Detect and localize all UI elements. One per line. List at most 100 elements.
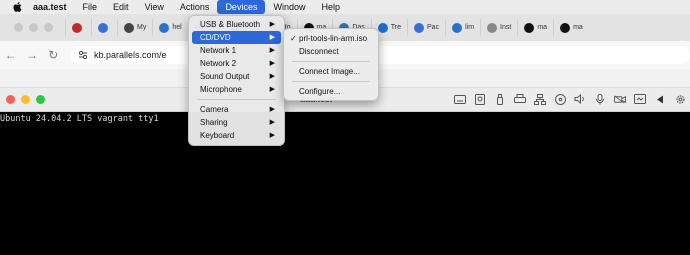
chevron-right-icon: ▶: [269, 86, 275, 93]
menubar-help[interactable]: Help: [313, 0, 348, 14]
vm-close-button[interactable]: [6, 95, 15, 104]
address-bar[interactable]: kb.parallels.com/e: [69, 46, 690, 64]
close-button[interactable]: [14, 23, 23, 32]
vm-window-controls: [6, 95, 45, 104]
usb-icon[interactable]: [494, 93, 506, 105]
browser-tab-label: ma: [573, 24, 583, 31]
menu-item-usb-bluetooth[interactable]: USB & Bluetooth ▶: [192, 18, 281, 31]
chevron-right-icon: ▶: [269, 47, 275, 54]
speaker-icon[interactable]: [574, 93, 586, 105]
vm-console-line: Ubuntu 24.04.2 LTS vagrant tty1: [0, 114, 159, 124]
vm-window: aaa.test Ubuntu 24.04.2 LTS vagrant tty1: [0, 88, 690, 255]
cd-dvd-submenu: ✓ prl-tools-lin-arm.iso Disconnect Connec…: [283, 28, 379, 101]
browser-tab[interactable]: My: [117, 19, 152, 36]
menu-item-label: Network 1: [200, 46, 237, 55]
menu-item-label: Keyboard: [200, 131, 235, 140]
reload-icon[interactable]: ↻: [43, 48, 64, 62]
vm-toolbar: [454, 93, 686, 105]
submenu-item-label: Configure...: [299, 87, 341, 96]
submenu-item-connect-image[interactable]: Connect Image...: [287, 65, 375, 78]
menu-item-network-1[interactable]: Network 1 ▶: [192, 44, 281, 57]
folder-sharing-icon[interactable]: [634, 93, 646, 105]
keyboard-icon[interactable]: [454, 93, 466, 105]
submenu-item-label: Connect Image...: [299, 67, 360, 76]
hard-disk-icon[interactable]: [474, 93, 486, 105]
browser-tab-label: hel: [172, 24, 182, 31]
network-icon[interactable]: [534, 93, 546, 105]
chevron-right-icon: ▶: [269, 132, 275, 139]
camera-off-icon[interactable]: [614, 93, 626, 105]
menu-item-microphone[interactable]: Microphone ▶: [192, 83, 281, 96]
menu-item-cd-dvd[interactable]: CD/DVD ▶: [192, 31, 281, 44]
vm-zoom-button[interactable]: [36, 95, 45, 104]
browser-tab[interactable]: ma: [517, 19, 553, 36]
browser-tab[interactable]: [91, 19, 117, 36]
menu-item-label: Camera: [200, 105, 229, 114]
menu-item-sound-output[interactable]: Sound Output ▶: [192, 70, 281, 83]
flag-icon: [72, 22, 82, 33]
chevron-right-icon: ▶: [269, 34, 275, 41]
browser-tab[interactable]: lim: [445, 19, 480, 36]
submenu-item-label: prl-tools-lin-arm.iso: [299, 34, 368, 43]
chevron-right-icon: ▶: [269, 106, 275, 113]
menu-separator: [197, 99, 276, 100]
menu-item-label: CD/DVD: [200, 33, 231, 42]
loading-icon: [487, 22, 498, 33]
browser-tab[interactable]: hel: [152, 19, 187, 36]
browser-tab-label: ma: [537, 24, 548, 31]
menu-item-keyboard[interactable]: Keyboard ▶: [192, 129, 281, 142]
globe-icon: [124, 22, 134, 33]
submenu-item-iso[interactable]: ✓ prl-tools-lin-arm.iso: [287, 32, 375, 45]
printer-icon[interactable]: [514, 93, 526, 105]
menubar-view[interactable]: View: [137, 0, 172, 14]
back-arrow-icon[interactable]: ←: [0, 48, 21, 62]
browser-tab[interactable]: ma: [553, 19, 589, 36]
minimize-button[interactable]: [29, 23, 38, 32]
apple-menu[interactable]: [9, 2, 25, 12]
chevron-right-icon: ▶: [269, 21, 275, 28]
browser-tab-label: lim: [465, 24, 475, 31]
zoom-button[interactable]: [44, 23, 53, 32]
menubar-edit[interactable]: Edit: [105, 0, 137, 14]
menu-separator: [292, 81, 370, 82]
menubar-actions[interactable]: Actions: [172, 0, 218, 14]
play-icon[interactable]: [654, 93, 666, 105]
trello-icon: [377, 22, 388, 33]
menubar-app-name[interactable]: aaa.test: [25, 0, 75, 14]
forward-arrow-icon[interactable]: →: [21, 48, 42, 62]
vm-minimize-button[interactable]: [21, 95, 30, 104]
menu-separator: [292, 61, 370, 62]
help-icon: [159, 22, 170, 33]
submenu-item-disconnect[interactable]: Disconnect: [287, 45, 375, 58]
menubar-file[interactable]: File: [75, 0, 106, 14]
menu-item-label: Sound Output: [200, 72, 250, 81]
url-text: kb.parallels.com/e: [93, 50, 167, 60]
help-icon: [452, 22, 463, 33]
browser-tab-label: Pac: [427, 24, 440, 31]
github-icon: [560, 22, 571, 33]
gear-icon[interactable]: [674, 93, 686, 105]
menu-item-label: Network 2: [200, 59, 237, 68]
chevron-right-icon: ▶: [269, 60, 275, 67]
cd-icon[interactable]: [554, 93, 566, 105]
apple-logo-icon: [12, 2, 21, 12]
browser-tab-label: Tre: [390, 24, 402, 31]
menu-item-label: Sharing: [200, 118, 228, 127]
browser-tab[interactable]: Pac: [407, 19, 445, 36]
site-info-icon: [78, 50, 88, 60]
chevron-right-icon: ▶: [269, 119, 275, 126]
github-icon: [524, 22, 535, 33]
browser-tab[interactable]: Inst: [480, 19, 517, 36]
submenu-item-label: Disconnect: [299, 47, 339, 56]
microphone-icon[interactable]: [594, 93, 606, 105]
menu-item-camera[interactable]: Camera ▶: [192, 103, 281, 116]
menu-item-sharing[interactable]: Sharing ▶: [192, 116, 281, 129]
menu-item-label: USB & Bluetooth: [200, 20, 261, 29]
menubar-devices[interactable]: Devices: [217, 0, 266, 14]
browser-tab[interactable]: [65, 19, 91, 36]
menu-item-network-2[interactable]: Network 2 ▶: [192, 57, 281, 70]
menubar-window[interactable]: Window: [265, 0, 313, 14]
submenu-item-configure[interactable]: Configure...: [287, 85, 375, 98]
checkmark-icon: ✓: [290, 34, 297, 43]
browser-tab-label: My: [137, 24, 147, 31]
